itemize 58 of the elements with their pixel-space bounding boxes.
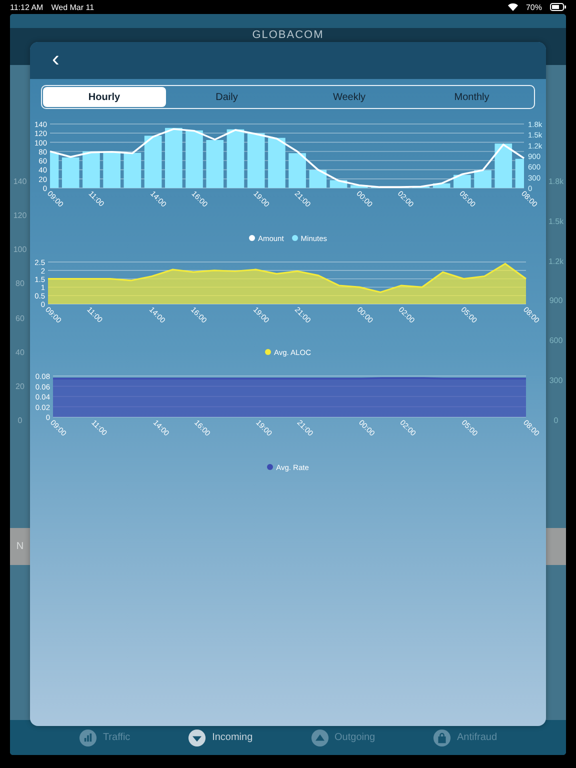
back-button[interactable]: ‹ — [48, 48, 64, 74]
bar — [165, 128, 182, 188]
bar — [247, 133, 265, 188]
bar — [474, 170, 492, 188]
axis-label: 120 — [13, 211, 27, 220]
segment-tab[interactable]: Monthly — [410, 87, 533, 107]
tab-bar-item[interactable]: Traffic — [78, 728, 130, 746]
bar — [309, 170, 327, 188]
bar — [206, 140, 224, 188]
axis-label: 40 — [16, 348, 24, 357]
axis-label: 60 — [16, 314, 24, 323]
axis-label: 1.5k — [548, 216, 564, 226]
bar — [186, 130, 203, 188]
axis-label: 1.8k — [548, 177, 564, 186]
legend-dot — [248, 235, 255, 241]
axis-label: 0 — [554, 416, 558, 425]
tab-bar-item[interactable]: Incoming — [188, 728, 253, 746]
axis-label: 80 — [16, 279, 24, 288]
bar — [82, 151, 100, 188]
bar — [494, 144, 512, 188]
axis-label: 900 — [549, 296, 563, 306]
bar — [515, 158, 524, 188]
battery-icon — [550, 3, 566, 11]
status-time: 11:12 AM — [10, 2, 44, 12]
bar — [226, 129, 244, 188]
status-date: Wed Mar 11 — [51, 2, 94, 12]
bar — [432, 183, 450, 188]
axis-label: 1.2k — [548, 256, 564, 266]
table-header: N — [10, 528, 30, 565]
legend-dot — [265, 349, 272, 355]
legend-dot — [267, 464, 274, 470]
axis-label: 20 — [16, 382, 24, 391]
segment-tab[interactable]: Weekly — [288, 87, 410, 107]
bar — [62, 157, 80, 188]
axis-label: 140 — [13, 177, 27, 186]
lock-icon — [433, 728, 452, 746]
segment-tab[interactable]: Daily — [166, 87, 288, 107]
battery-percent: 70% — [526, 2, 542, 12]
axis-label: 600 — [549, 336, 563, 346]
segment-tab[interactable]: Hourly — [43, 87, 166, 107]
tab-bar-item[interactable]: Outgoing — [310, 728, 376, 746]
app-title: GLOBACOM — [252, 29, 324, 41]
wifi-icon — [508, 3, 518, 11]
bar — [144, 136, 162, 188]
bar — [50, 152, 59, 188]
table-header — [546, 528, 566, 565]
bar — [268, 138, 286, 188]
axis-label: 300 — [549, 376, 563, 386]
bar — [103, 151, 120, 188]
bar — [454, 174, 471, 188]
bar — [124, 152, 142, 188]
tab-bar-item[interactable]: Antifraud — [433, 728, 498, 746]
legend-dot — [292, 235, 298, 241]
bar-chart-icon — [78, 728, 97, 746]
bar — [350, 185, 368, 188]
bar — [288, 153, 306, 188]
axis-label: 100 — [13, 245, 27, 254]
axis-label: 0 — [18, 416, 22, 425]
